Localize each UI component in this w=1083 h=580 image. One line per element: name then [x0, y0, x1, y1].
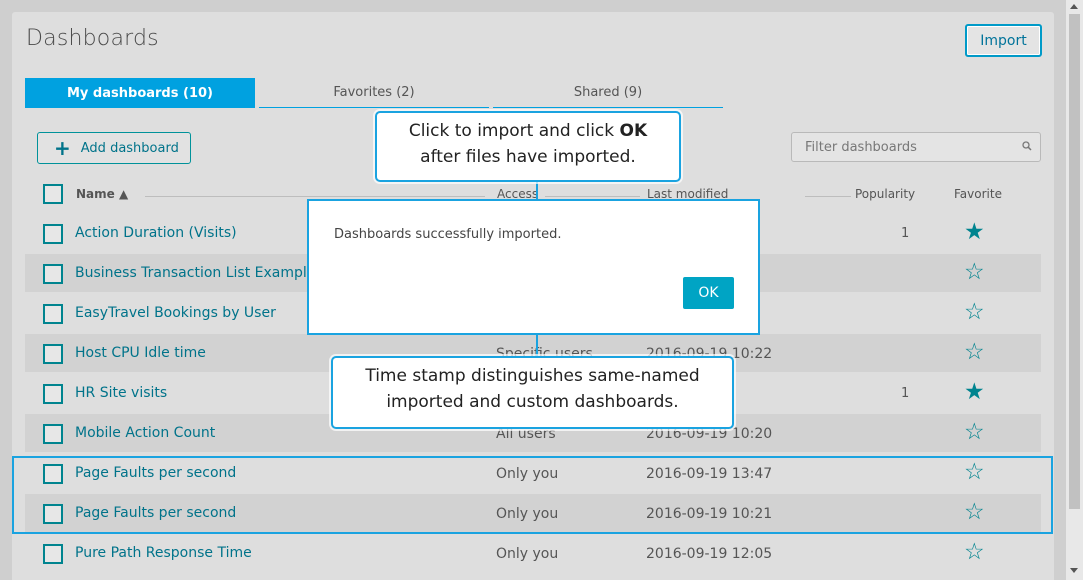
search-icon: [1022, 141, 1032, 154]
last-modified-value: 2016-09-19 12:05: [646, 546, 773, 562]
dashboard-name-link[interactable]: Page Faults per second: [75, 505, 236, 521]
last-modified-value: 2016-09-19 13:47: [646, 466, 773, 482]
header-divider: [805, 196, 851, 197]
add-dashboard-button[interactable]: + Add dashboard: [37, 132, 191, 164]
row-checkbox[interactable]: [43, 224, 63, 244]
filter-placeholder: Filter dashboards: [805, 139, 917, 155]
column-popularity[interactable]: Popularity: [855, 187, 915, 201]
row-checkbox[interactable]: [43, 264, 63, 284]
callout-connector: [536, 334, 538, 358]
select-all-checkbox[interactable]: [43, 184, 63, 204]
star-filled-icon[interactable]: ★: [964, 219, 985, 245]
page-title: Dashboards: [26, 26, 159, 51]
import-callout-text: Click to import and click: [408, 121, 620, 141]
star-outline-icon[interactable]: ☆: [964, 539, 985, 565]
star-outline-icon[interactable]: ☆: [964, 459, 985, 485]
header-divider: [545, 196, 640, 197]
import-button[interactable]: Import: [965, 24, 1042, 57]
access-value: Only you: [496, 506, 559, 522]
column-favorite[interactable]: Favorite: [954, 187, 1002, 201]
timestamp-callout-line1: Time stamp distinguishes same-named: [365, 366, 700, 386]
row-checkbox[interactable]: [43, 424, 63, 444]
dashboard-name-link[interactable]: Mobile Action Count: [75, 425, 215, 441]
import-callout: Click to import and click OK after files…: [375, 111, 681, 182]
star-outline-icon[interactable]: ☆: [964, 499, 985, 525]
row-checkbox[interactable]: [43, 304, 63, 324]
star-filled-icon[interactable]: ★: [964, 379, 985, 405]
star-outline-icon[interactable]: ☆: [964, 339, 985, 365]
tab-shared[interactable]: Shared (9): [493, 78, 723, 108]
scrollbar[interactable]: [1066, 0, 1083, 580]
import-success-dialog: Dashboards successfully imported. OK: [307, 199, 760, 335]
timestamp-callout: Time stamp distinguishes same-named impo…: [331, 356, 734, 429]
star-outline-icon[interactable]: ☆: [964, 419, 985, 445]
table-row[interactable]: Pure Path Response Time Only you 2016-09-1…: [25, 534, 1041, 572]
row-checkbox[interactable]: [43, 544, 63, 564]
dashboard-name-link[interactable]: Action Duration (Visits): [75, 225, 237, 241]
import-callout-ok: OK: [619, 121, 648, 141]
import-callout-line2: after files have imported.: [420, 147, 636, 167]
dashboard-name-link[interactable]: Page Faults per second: [75, 465, 236, 481]
dashboard-name-link[interactable]: Pure Path Response Time: [75, 545, 252, 561]
last-modified-value: 2016-09-19 10:21: [646, 506, 773, 522]
table-row[interactable]: Page Faults per second Only you 2016-09-19…: [25, 494, 1041, 532]
filter-dashboards-input[interactable]: Filter dashboards: [791, 132, 1041, 162]
star-outline-icon[interactable]: ☆: [964, 259, 985, 285]
dashboard-name-link[interactable]: Host CPU Idle time: [75, 345, 206, 361]
dashboard-name-link[interactable]: HR Site visits: [75, 385, 167, 401]
scroll-thumb[interactable]: [1069, 14, 1080, 509]
dashboard-name-link[interactable]: EasyTravel Bookings by User: [75, 305, 276, 321]
row-checkbox[interactable]: [43, 344, 63, 364]
dialog-message: Dashboards successfully imported.: [334, 227, 562, 242]
popularity-value: 1: [901, 226, 910, 241]
header-divider: [145, 196, 485, 197]
plus-icon: +: [54, 136, 71, 160]
tab-favorites[interactable]: Favorites (2): [259, 78, 489, 108]
row-checkbox[interactable]: [43, 504, 63, 524]
table-row[interactable]: Page Faults per second Only you 2016-09-19…: [25, 454, 1041, 492]
column-name[interactable]: Name ▲: [76, 187, 128, 201]
access-value: Only you: [496, 466, 559, 482]
star-outline-icon[interactable]: ☆: [964, 299, 985, 325]
scroll-down-icon[interactable]: [1070, 568, 1078, 573]
access-value: Only you: [496, 546, 559, 562]
scroll-up-icon[interactable]: [1070, 4, 1078, 9]
timestamp-callout-line2: imported and custom dashboards.: [386, 392, 679, 412]
row-checkbox[interactable]: [43, 384, 63, 404]
tab-my-dashboards[interactable]: My dashboards (10): [25, 78, 255, 108]
add-dashboard-label: Add dashboard: [80, 140, 179, 156]
popularity-value: 1: [901, 386, 910, 401]
ok-button[interactable]: OK: [683, 277, 734, 309]
row-checkbox[interactable]: [43, 464, 63, 484]
dashboard-name-link[interactable]: Business Transaction List Example: [75, 265, 315, 281]
